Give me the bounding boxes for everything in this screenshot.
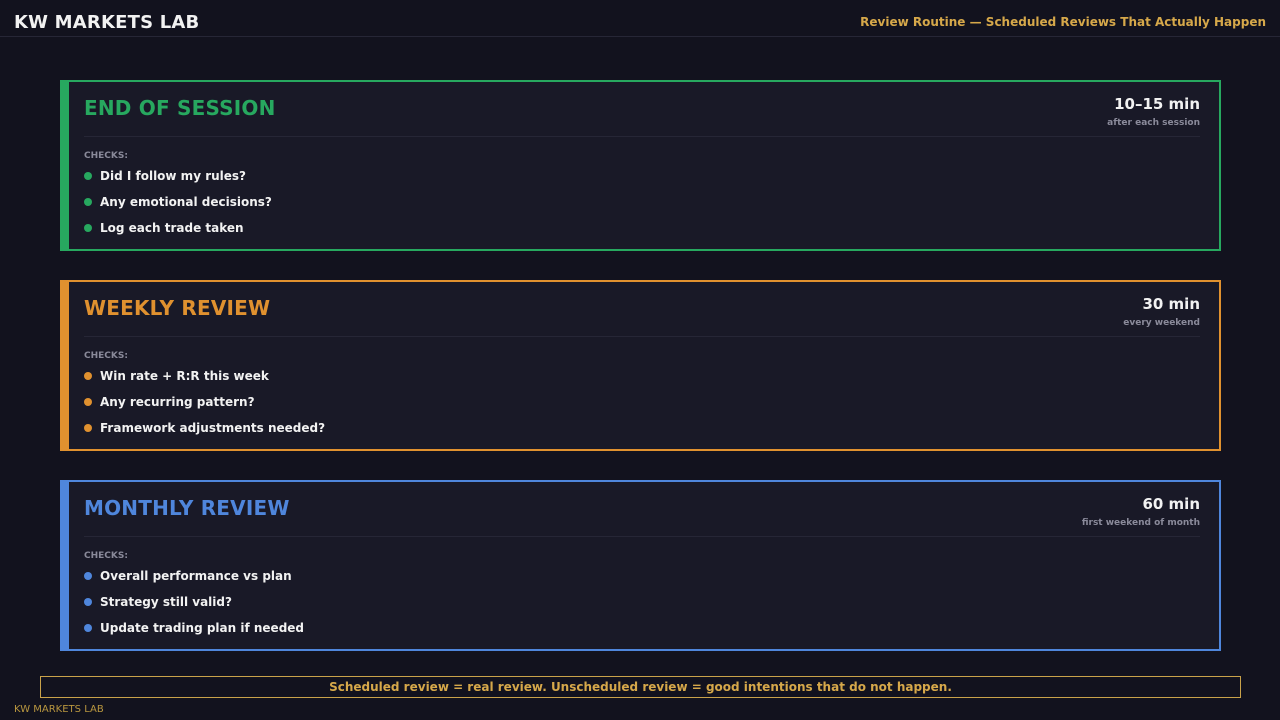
check-text: Any recurring pattern? bbox=[100, 395, 255, 409]
review-card-end-of-session: END OF SESSION 10–15 min after each sess… bbox=[60, 80, 1221, 251]
check-item: Did I follow my rules? bbox=[84, 168, 272, 194]
card-duration: 10–15 min bbox=[1114, 95, 1200, 113]
check-item: Any emotional decisions? bbox=[84, 194, 272, 220]
bullet-dot-icon bbox=[84, 598, 92, 606]
check-item: Framework adjustments needed? bbox=[84, 420, 325, 446]
card-title: WEEKLY REVIEW bbox=[84, 296, 271, 320]
checks-list: Win rate + R:R this week Any recurring p… bbox=[84, 368, 325, 446]
card-duration: 30 min bbox=[1142, 295, 1200, 313]
card-duration: 60 min bbox=[1142, 495, 1200, 513]
check-item: Any recurring pattern? bbox=[84, 394, 325, 420]
check-item: Win rate + R:R this week bbox=[84, 368, 325, 394]
card-title: MONTHLY REVIEW bbox=[84, 496, 290, 520]
bullet-dot-icon bbox=[84, 424, 92, 432]
bullet-dot-icon bbox=[84, 398, 92, 406]
bullet-dot-icon bbox=[84, 198, 92, 206]
check-text: Update trading plan if needed bbox=[100, 621, 305, 635]
check-item: Overall performance vs plan bbox=[84, 568, 304, 594]
footer-message-box: Scheduled review = real review. Unschedu… bbox=[40, 676, 1241, 698]
check-text: Overall performance vs plan bbox=[100, 569, 292, 583]
review-card-weekly: WEEKLY REVIEW 30 min every weekend CHECK… bbox=[60, 280, 1221, 451]
checks-label: CHECKS: bbox=[84, 151, 128, 161]
check-item: Strategy still valid? bbox=[84, 594, 304, 620]
card-title: END OF SESSION bbox=[84, 96, 276, 120]
card-divider bbox=[84, 336, 1200, 337]
header-tagline: Review Routine — Scheduled Reviews That … bbox=[860, 15, 1266, 29]
check-text: Framework adjustments needed? bbox=[100, 421, 326, 435]
check-item: Log each trade taken bbox=[84, 220, 272, 246]
card-divider bbox=[84, 536, 1200, 537]
checks-label: CHECKS: bbox=[84, 551, 128, 561]
bullet-dot-icon bbox=[84, 572, 92, 580]
checks-list: Did I follow my rules? Any emotional dec… bbox=[84, 168, 272, 246]
check-text: Strategy still valid? bbox=[100, 595, 232, 609]
card-divider bbox=[84, 136, 1200, 137]
bullet-dot-icon bbox=[84, 224, 92, 232]
card-frequency: after each session bbox=[1107, 118, 1200, 128]
card-frequency: first weekend of month bbox=[1081, 518, 1200, 528]
check-text: Did I follow my rules? bbox=[100, 169, 247, 183]
card-frequency: every weekend bbox=[1123, 318, 1200, 328]
review-card-monthly: MONTHLY REVIEW 60 min first weekend of m… bbox=[60, 480, 1221, 651]
checks-label: CHECKS: bbox=[84, 351, 128, 361]
page: KW MARKETS LAB Review Routine — Schedule… bbox=[0, 0, 1280, 720]
footer-brand: KW MARKETS LAB bbox=[14, 704, 104, 715]
bullet-dot-icon bbox=[84, 172, 92, 180]
header: KW MARKETS LAB Review Routine — Schedule… bbox=[0, 0, 1280, 37]
check-text: Log each trade taken bbox=[100, 221, 244, 235]
check-text: Win rate + R:R this week bbox=[100, 369, 269, 383]
check-item: Update trading plan if needed bbox=[84, 620, 304, 646]
checks-list: Overall performance vs plan Strategy sti… bbox=[84, 568, 304, 646]
bullet-dot-icon bbox=[84, 372, 92, 380]
check-text: Any emotional decisions? bbox=[100, 195, 272, 209]
brand-title: KW MARKETS LAB bbox=[14, 12, 200, 33]
bullet-dot-icon bbox=[84, 624, 92, 632]
